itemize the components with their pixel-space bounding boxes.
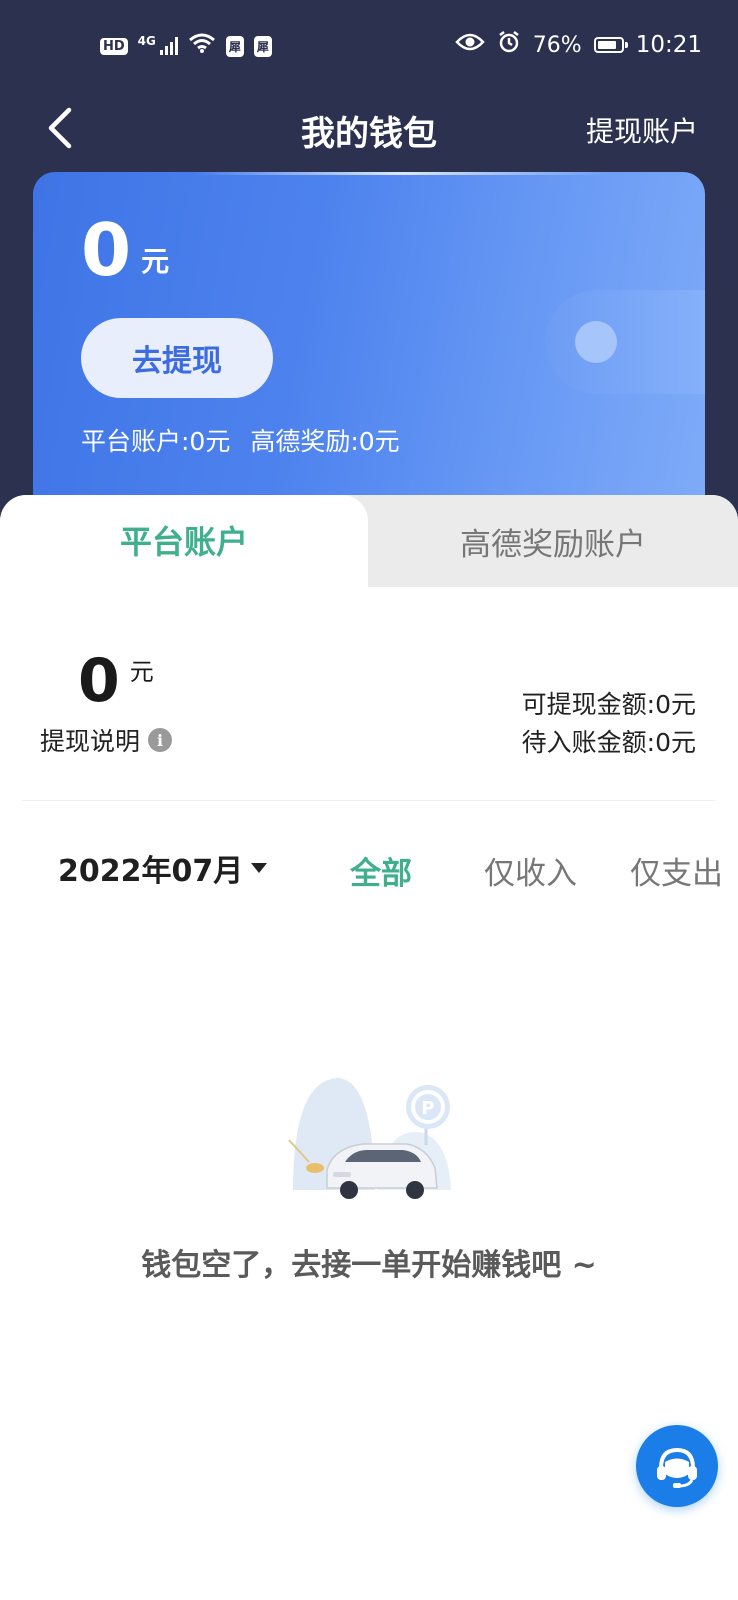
filter-expense-only[interactable]: 仅支出 bbox=[630, 848, 723, 893]
tab-white-fill bbox=[368, 587, 738, 600]
tab-platform-account[interactable]: 平台账户 bbox=[0, 495, 368, 600]
headset-icon bbox=[657, 1447, 697, 1488]
total-balance: 0 元 bbox=[81, 214, 169, 286]
signal-icon bbox=[159, 37, 178, 55]
withdraw-note[interactable]: 提现说明 i bbox=[40, 722, 173, 758]
battery-icon bbox=[593, 37, 628, 53]
clock: 10:21 bbox=[635, 32, 702, 58]
divider bbox=[22, 800, 716, 801]
account-summary: 平台账户:0元 高德奖励:0元 bbox=[81, 422, 400, 458]
customer-service-button[interactable] bbox=[636, 1425, 718, 1507]
withdraw-account-link[interactable]: 提现账户 bbox=[586, 110, 698, 150]
account-balance-unit: 元 bbox=[129, 658, 154, 686]
svg-text:P: P bbox=[421, 1098, 434, 1119]
withdraw-note-label: 提现说明 bbox=[40, 727, 141, 756]
hd-badge: HD bbox=[100, 37, 128, 55]
month-label: 2022年07月 bbox=[58, 854, 244, 889]
tab-gaode-reward-account[interactable]: 高德奖励账户 bbox=[368, 495, 738, 587]
filter-income-only[interactable]: 仅收入 bbox=[484, 848, 577, 893]
withdraw-button[interactable]: 去提现 bbox=[81, 318, 273, 398]
network-type: 4G bbox=[137, 34, 156, 48]
account-balance: 0 元 bbox=[78, 648, 154, 714]
wallet-clasp-decoration bbox=[545, 290, 705, 394]
total-balance-unit: 元 bbox=[141, 245, 170, 278]
withdrawable-amount: 可提现金额:0元 bbox=[521, 690, 696, 719]
app-notification-icon: 犀 bbox=[225, 35, 244, 57]
filter-all[interactable]: 全部 bbox=[350, 848, 412, 893]
caret-down-icon bbox=[251, 863, 268, 873]
gaode-summary: 高德奖励:0元 bbox=[250, 427, 400, 456]
total-balance-amount: 0 bbox=[81, 208, 132, 292]
status-bar: HD 4G 犀 犀 76% 10:21 bbox=[0, 0, 738, 92]
app-notification-icon: 犀 bbox=[253, 35, 272, 57]
status-left: HD 4G 犀 犀 bbox=[100, 32, 272, 60]
eye-icon bbox=[455, 32, 485, 58]
status-right: 76% 10:21 bbox=[455, 30, 702, 60]
alarm-icon bbox=[497, 30, 521, 60]
empty-state-message: 钱包空了，去接一单开始赚钱吧 ~ bbox=[141, 1248, 597, 1283]
wifi-icon bbox=[188, 32, 216, 60]
nav-bar: 我的钱包 提现账户 bbox=[0, 92, 738, 166]
account-balance-amount: 0 bbox=[78, 646, 120, 716]
amount-details: 可提现金额:0元 待入账金额:0元 bbox=[522, 686, 696, 762]
battery-percent: 76% bbox=[532, 32, 582, 58]
wallet-clasp-dot bbox=[575, 321, 617, 363]
card-shine bbox=[193, 172, 613, 175]
empty-wallet-illustration: P bbox=[288, 1078, 451, 1199]
pending-amount: 待入账金额:0元 bbox=[521, 728, 696, 757]
info-icon[interactable]: i bbox=[148, 728, 173, 752]
month-selector[interactable]: 2022年07月 bbox=[58, 846, 268, 890]
wallet-card: 0 元 去提现 平台账户:0元 高德奖励:0元 bbox=[33, 172, 705, 532]
account-tabs: 平台账户 高德奖励账户 bbox=[0, 495, 738, 600]
platform-summary: 平台账户:0元 bbox=[81, 427, 231, 456]
